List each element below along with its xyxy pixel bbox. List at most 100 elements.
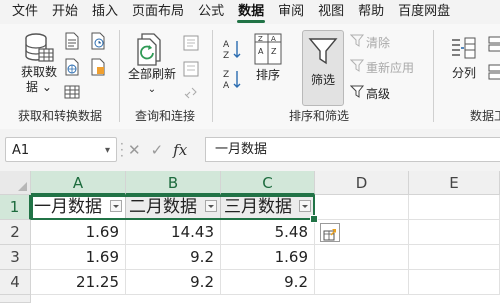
refresh-all-button[interactable]: 全部刷新 ⌄ <box>124 31 180 97</box>
group-label-get-transform: 获取和转换数据 <box>17 109 102 123</box>
select-all-corner[interactable] <box>0 171 31 195</box>
cell-e4[interactable] <box>409 270 500 295</box>
cell-a2[interactable]: 1.69 <box>31 220 126 245</box>
formula-input[interactable]: 一月数据 <box>205 137 500 162</box>
group-divider <box>433 30 434 122</box>
insert-function-icon[interactable]: fx <box>173 141 187 159</box>
row-header-2[interactable]: 2 <box>0 220 31 245</box>
text-to-columns-button[interactable]: 分列 <box>444 34 484 81</box>
svg-text:Z: Z <box>271 47 277 56</box>
filter-dropdown-icon[interactable] <box>110 200 122 212</box>
svg-text:A: A <box>258 47 264 56</box>
ribbon: 获取数 据 ⌄ 获取和转换数据 全部刷新 ⌄ 查询和连接 A Z Z A Z A… <box>0 24 500 130</box>
header-cell-a1[interactable]: 一月数据 <box>31 195 126 220</box>
split-columns-icon <box>444 34 484 66</box>
row-header-3[interactable]: 3 <box>0 245 31 270</box>
row-header-5[interactable] <box>0 295 31 303</box>
tab-page-layout[interactable]: 页面布局 <box>125 0 191 24</box>
tab-formulas[interactable]: 公式 <box>191 0 231 24</box>
queries-connections-icon[interactable] <box>182 34 200 56</box>
column-header-b[interactable]: B <box>126 171 221 195</box>
edit-links-icon[interactable] <box>182 84 200 106</box>
sort-descending-icon[interactable]: ZA <box>222 68 244 94</box>
clear-filter-icon <box>349 34 366 51</box>
quick-analysis-button[interactable] <box>320 223 340 242</box>
cell-b4[interactable]: 9.2 <box>126 270 221 295</box>
tab-data[interactable]: 数据 <box>231 0 271 24</box>
formula-controls: ✕ ✓ fx <box>128 137 198 162</box>
cell-d1[interactable] <box>315 195 409 220</box>
flash-fill-icon[interactable] <box>488 36 500 56</box>
cell-e2[interactable] <box>409 220 500 245</box>
svg-text:A: A <box>223 40 230 50</box>
filter-dropdown-icon[interactable] <box>205 200 217 212</box>
from-web-icon[interactable] <box>64 58 80 80</box>
tab-home[interactable]: 开始 <box>45 0 85 24</box>
cell-d4[interactable] <box>315 270 409 295</box>
cell-c2[interactable]: 5.48 <box>221 220 315 245</box>
recent-sources-icon[interactable] <box>90 32 106 54</box>
from-table-icon[interactable] <box>64 84 80 104</box>
clear-button[interactable]: 清除 <box>349 34 390 51</box>
chevron-down-icon: ⌄ <box>147 84 157 95</box>
svg-text:Z: Z <box>223 51 229 60</box>
cell-c3[interactable]: 1.69 <box>221 245 315 270</box>
column-header-a[interactable]: A <box>31 171 126 195</box>
svg-text:Z: Z <box>258 35 263 43</box>
sort-ascending-icon[interactable]: AZ <box>222 38 244 64</box>
header-cell-b1[interactable]: 二月数据 <box>126 195 221 220</box>
tab-review[interactable]: 审阅 <box>271 0 311 24</box>
get-data-label-2: 据 ⌄ <box>26 80 52 94</box>
tab-insert[interactable]: 插入 <box>85 0 125 24</box>
svg-text:A: A <box>223 81 230 90</box>
existing-connections-icon[interactable] <box>90 58 106 80</box>
column-header-e[interactable]: E <box>409 171 500 195</box>
tab-baidu-netdisk[interactable]: 百度网盘 <box>391 0 457 24</box>
get-data-button[interactable]: 获取数 据 ⌄ <box>16 31 62 95</box>
chevron-down-icon[interactable]: ▾ <box>105 138 110 163</box>
header-cell-c1[interactable]: 三月数据 <box>221 195 315 220</box>
cell-d3[interactable] <box>315 245 409 270</box>
sort-button[interactable]: ZAAZ 排序 <box>252 32 284 83</box>
properties-icon[interactable] <box>182 60 200 82</box>
cell-b2[interactable]: 14.43 <box>126 220 221 245</box>
fill-handle[interactable] <box>310 215 318 223</box>
sort-label: 排序 <box>255 68 280 82</box>
cancel-icon[interactable]: ✕ <box>128 141 141 159</box>
column-header-d[interactable]: D <box>315 171 409 195</box>
name-box[interactable]: A1 ▾ <box>5 137 117 162</box>
filter-label: 筛选 <box>310 73 335 87</box>
sort-dialog-icon: ZAAZ <box>252 32 284 68</box>
cell-e1[interactable] <box>409 195 500 220</box>
filter-button[interactable]: 筛选 <box>302 30 344 106</box>
cell-e3[interactable] <box>409 245 500 270</box>
formula-bar-grip-icon[interactable]: · · · <box>120 138 124 162</box>
tab-file[interactable]: 文件 <box>0 0 45 24</box>
refresh-all-label: 全部刷新 <box>127 67 176 81</box>
cell-a3[interactable]: 1.69 <box>31 245 126 270</box>
database-icon <box>16 31 62 65</box>
filter-dropdown-icon[interactable] <box>299 200 311 212</box>
column-header-c[interactable]: C <box>221 171 315 195</box>
row-header-1[interactable]: 1 <box>0 195 31 220</box>
name-box-value: A1 <box>12 143 30 158</box>
svg-text:Z: Z <box>223 70 229 80</box>
enter-check-icon[interactable]: ✓ <box>151 141 164 159</box>
filter-funnel-icon <box>307 35 339 71</box>
cell-a4[interactable]: 21.25 <box>31 270 126 295</box>
split-label: 分列 <box>451 66 476 80</box>
tab-view[interactable]: 视图 <box>311 0 351 24</box>
tab-help[interactable]: 帮助 <box>351 0 391 24</box>
reapply-button[interactable]: 重新应用 <box>349 59 414 76</box>
advanced-filter-button[interactable]: 高级 <box>349 85 390 102</box>
advanced-filter-icon <box>349 85 366 102</box>
from-text-icon[interactable] <box>64 32 80 54</box>
spreadsheet-grid: A B C D E 1 2 3 4 一月数据 二月数据 三月数据 1.69 14… <box>0 171 500 303</box>
cell-b3[interactable]: 9.2 <box>126 245 221 270</box>
row-header-4[interactable]: 4 <box>0 270 31 295</box>
refresh-icon <box>124 31 180 67</box>
quick-analysis-icon <box>323 226 337 245</box>
cell-c4[interactable]: 9.2 <box>221 270 315 295</box>
remove-duplicates-icon[interactable] <box>488 64 500 84</box>
formula-bar: A1 ▾ · · · ✕ ✓ fx 一月数据 <box>0 129 500 171</box>
